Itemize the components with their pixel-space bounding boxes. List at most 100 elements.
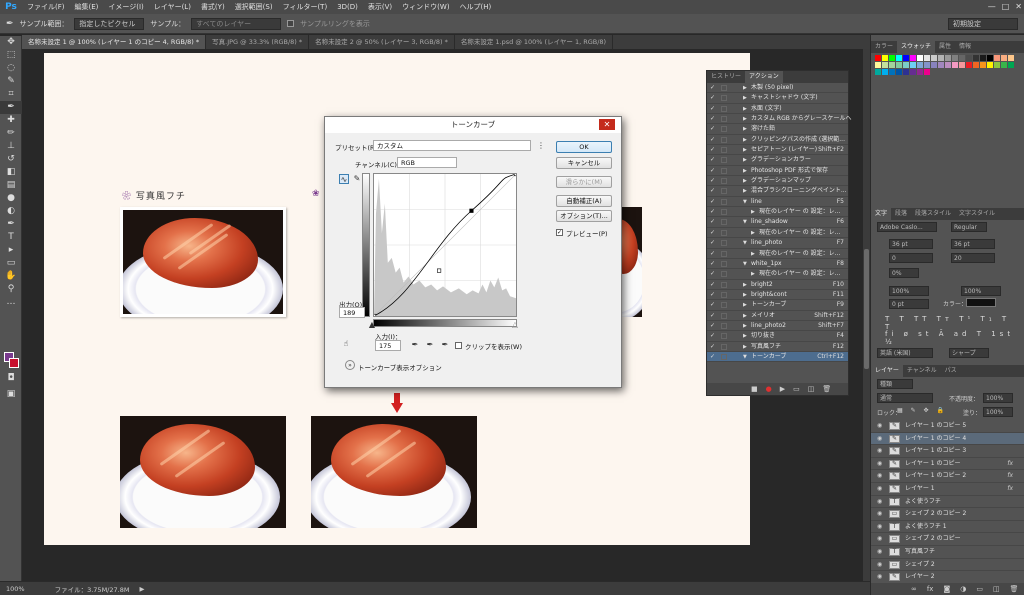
action-dialog-toggle[interactable]	[721, 136, 727, 143]
color-swatch[interactable]	[875, 69, 881, 75]
color-swatch[interactable]	[973, 62, 979, 68]
layer-name[interactable]: レイヤー 1	[905, 483, 935, 495]
layer-row[interactable]: ◉ ✎ レイヤー 2	[871, 571, 1024, 584]
action-enabled-check-icon[interactable]: ✓	[710, 93, 718, 103]
action-enabled-check-icon[interactable]: ✓	[710, 300, 718, 310]
menu-window[interactable]: ウィンドウ(W)	[397, 0, 454, 14]
tab-character-styles[interactable]: 文字スタイル	[955, 208, 999, 220]
white-eyedropper-icon[interactable]: ✒	[440, 340, 450, 350]
action-enabled-check-icon[interactable]: ✓	[710, 207, 718, 217]
menu-layer[interactable]: レイヤー(L)	[149, 0, 196, 14]
action-enabled-check-icon[interactable]: ✓	[710, 352, 718, 362]
collapse-right-icon[interactable]: ▶	[743, 176, 747, 186]
layer-row[interactable]: ◉ T よく使うフチ	[871, 496, 1024, 509]
color-swatch[interactable]	[952, 55, 958, 61]
blur-tool-icon[interactable]: ●	[0, 192, 22, 205]
preset-options-icon[interactable]: ⋮	[536, 141, 546, 151]
expand-down-icon[interactable]: ▼	[743, 197, 747, 207]
color-swatch[interactable]	[924, 55, 930, 61]
action-enabled-check-icon[interactable]: ✓	[710, 83, 718, 93]
color-swatch[interactable]	[903, 69, 909, 75]
layer-name[interactable]: シェイプ 2 のコピー	[905, 533, 961, 545]
visibility-eye-icon[interactable]: ◉	[877, 420, 882, 432]
color-swatch[interactable]	[882, 55, 888, 61]
sample-size-select[interactable]: 指定したピクセル	[74, 17, 145, 30]
hand-adjust-icon[interactable]: ☝	[341, 339, 351, 349]
gray-eyedropper-icon[interactable]: ✒	[425, 340, 435, 350]
action-item[interactable]: ✓ ▼ line_shadow F6	[707, 217, 848, 228]
action-item[interactable]: ✓ ▶ セピアトーン (レイヤー) Shift+F2	[707, 145, 848, 156]
input-field[interactable]: 175	[375, 340, 401, 351]
collapse-right-icon[interactable]: ▶	[743, 280, 747, 290]
status-arrow-icon[interactable]: ▶	[139, 585, 144, 593]
collapse-right-icon[interactable]: ▶	[743, 155, 747, 165]
action-enabled-check-icon[interactable]: ✓	[710, 166, 718, 176]
color-swatch[interactable]	[903, 55, 909, 61]
action-enabled-check-icon[interactable]: ✓	[710, 114, 718, 124]
color-swatch[interactable]	[987, 55, 993, 61]
layer-row[interactable]: ◉ T よく使うフチ 1	[871, 521, 1024, 534]
action-item[interactable]: ✓ ▶ トーンカーブ F9	[707, 300, 848, 311]
visibility-eye-icon[interactable]: ◉	[877, 533, 882, 545]
show-clipping-checkbox[interactable]	[455, 342, 462, 349]
collapse-right-icon[interactable]: ▶	[743, 104, 747, 114]
curve-edit-icon[interactable]: ∿	[339, 174, 349, 184]
tab-color[interactable]: カラー	[871, 41, 897, 53]
layer-row[interactable]: ◉ ✎ レイヤー 1 のコピー 3	[871, 445, 1024, 458]
action-dialog-toggle[interactable]	[721, 85, 727, 91]
dodge-tool-icon[interactable]: ◐	[0, 205, 22, 218]
layer-kind-filter[interactable]: 種類	[877, 379, 913, 389]
color-swatch[interactable]	[1008, 55, 1014, 61]
color-swatch[interactable]	[994, 62, 1000, 68]
action-dialog-toggle[interactable]	[721, 250, 727, 257]
color-swatch[interactable]	[889, 69, 895, 75]
action-item[interactable]: ✓ ▶ カスタム RGB からグレースケールへ	[707, 114, 851, 125]
collapse-right-icon[interactable]: ▶	[743, 321, 747, 331]
action-item[interactable]: ✓ ▶ bright2 F10	[707, 280, 848, 290]
collapse-right-icon[interactable]: ▶	[751, 269, 755, 279]
action-item[interactable]: ✓ ▶ メイリオ Shift+F12	[707, 311, 848, 321]
layer-name[interactable]: レイヤー 2	[905, 571, 935, 583]
tab-paragraph-styles[interactable]: 段落スタイル	[911, 208, 955, 220]
close-icon[interactable]: ✕	[599, 119, 615, 130]
color-swatch[interactable]	[938, 62, 944, 68]
action-item[interactable]: ✓ ▶ グラデーションマップ	[707, 176, 848, 187]
output-field[interactable]: 189	[339, 307, 365, 318]
action-enabled-check-icon[interactable]: ✓	[710, 217, 718, 227]
action-dialog-toggle[interactable]	[721, 157, 727, 164]
display-options-label[interactable]: トーンカーブ表示オプション	[358, 362, 442, 372]
color-swatch[interactable]	[931, 55, 937, 61]
mask-icon[interactable]: ◙	[943, 584, 950, 595]
action-item[interactable]: ✓ ▼ line_photo F7	[707, 238, 848, 249]
maximize-icon[interactable]: □	[1002, 0, 1010, 14]
color-swatch[interactable]	[903, 62, 909, 68]
font-family-select[interactable]: Adobe Caslo...	[877, 222, 937, 232]
lock-icons[interactable]: ▦ ✎ ✥ 🔒	[897, 407, 947, 414]
expand-down-icon[interactable]: ▼	[743, 238, 747, 248]
collapse-right-icon[interactable]: ▶	[751, 207, 755, 217]
action-dialog-toggle[interactable]	[721, 178, 727, 185]
document-tab[interactable]: 名称未設定 1 @ 100% (レイヤー 1 のコピー 4, RGB/8) *	[22, 35, 207, 49]
action-dialog-toggle[interactable]	[721, 167, 727, 174]
color-swatch[interactable]	[1001, 55, 1007, 61]
lasso-tool-icon[interactable]: ◌	[0, 62, 22, 75]
tab-properties[interactable]: 属性	[935, 41, 955, 53]
tab-info[interactable]: 情報	[955, 41, 975, 53]
action-enabled-check-icon[interactable]: ✓	[710, 311, 718, 321]
tab-history[interactable]: ヒストリー	[707, 71, 745, 83]
visibility-eye-icon[interactable]: ◉	[877, 445, 882, 457]
action-dialog-toggle[interactable]	[721, 312, 727, 319]
action-item[interactable]: ✓ ▶ bright&cont F11	[707, 290, 848, 301]
layer-name[interactable]: よく使うフチ	[905, 496, 941, 508]
layer-name[interactable]: 写真風フチ	[905, 546, 935, 558]
menu-edit[interactable]: 編集(E)	[70, 0, 104, 14]
trash-icon[interactable]: 🗑	[822, 383, 831, 395]
zoom-level[interactable]: 100%	[6, 585, 25, 593]
baseline-field[interactable]: 0 pt	[889, 299, 929, 309]
color-swatch[interactable]	[1008, 62, 1014, 68]
kerning-field[interactable]: 0	[889, 253, 933, 263]
menu-file[interactable]: ファイル(F)	[22, 0, 70, 14]
quick-mask-icon[interactable]: ◘	[0, 372, 22, 385]
workspace-select[interactable]: 初期設定	[948, 18, 1018, 30]
layer-row[interactable]: ◉ ✎ レイヤー 1 のコピー 4	[871, 432, 1024, 446]
